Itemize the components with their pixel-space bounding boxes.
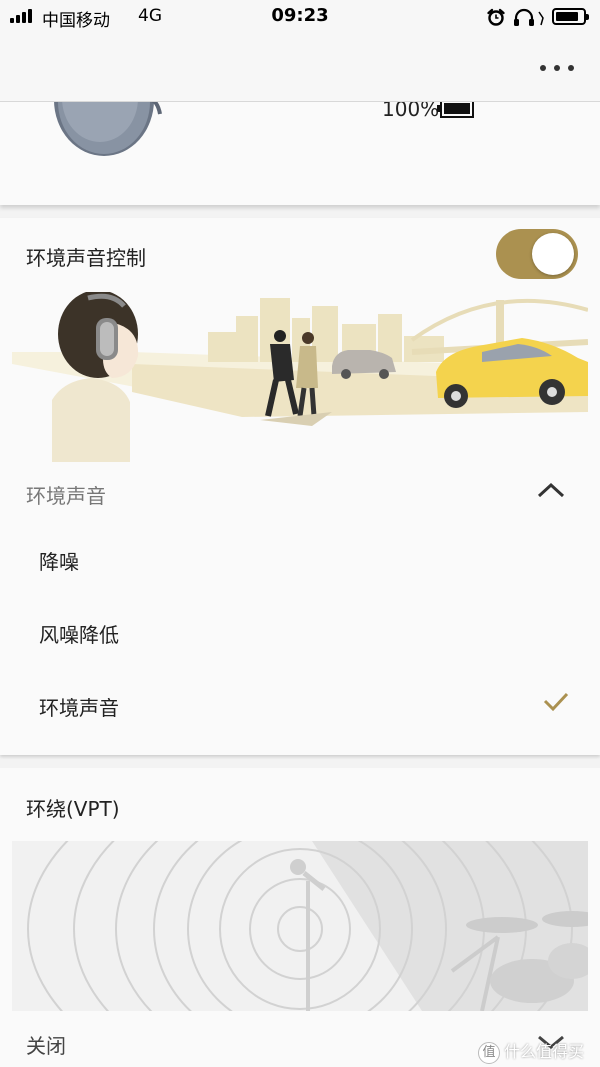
more-options-button[interactable] <box>540 58 574 78</box>
ambient-street-illustration <box>12 292 588 462</box>
mode-option-wind-noise-reduction[interactable]: 风噪降低 <box>0 597 600 667</box>
mode-option-label: 降噪 <box>39 550 79 574</box>
mode-option-ambient-sound[interactable]: 环境声音 <box>0 670 600 740</box>
checkmark-icon <box>543 692 569 712</box>
dot-icon <box>568 65 574 71</box>
ambient-sound-section-label: 环境声音 <box>26 484 106 508</box>
chevron-up-icon[interactable] <box>536 480 566 500</box>
toggle-knob <box>532 233 574 275</box>
battery-icon <box>552 8 589 25</box>
dot-icon <box>554 65 560 71</box>
surround-stage-illustration <box>12 841 588 1011</box>
mode-option-noise-cancelling[interactable]: 降噪 <box>0 524 600 594</box>
dot-icon <box>540 65 546 71</box>
alarm-icon <box>487 8 505 26</box>
bluetooth-bar-icon <box>538 11 544 26</box>
status-bar: 中国移动 4G 09:23 <box>0 0 600 34</box>
surround-vpt-title: 环绕(VPT) <box>26 797 120 821</box>
watermark-badge-icon: 值 <box>478 1041 500 1064</box>
surround-vpt-card: 环绕(VPT) 关闭 <box>0 768 600 1067</box>
headphones-icon <box>514 8 534 26</box>
mode-option-label: 环境声音 <box>39 696 119 720</box>
ambient-sound-control-card: 环境声音控制 环境声音 降噪 风噪降低 环境声音 <box>0 218 600 755</box>
ambient-sound-control-title: 环境声音控制 <box>26 246 146 270</box>
surround-vpt-value: 关闭 <box>26 1034 66 1058</box>
mode-option-label: 风噪降低 <box>39 623 119 647</box>
ambient-sound-control-toggle[interactable] <box>496 229 578 279</box>
navigation-bar <box>0 34 600 102</box>
watermark-text: 什么值得买 <box>504 1042 585 1061</box>
watermark: 值什么值得买 <box>478 1038 584 1064</box>
status-time: 09:23 <box>271 5 329 26</box>
